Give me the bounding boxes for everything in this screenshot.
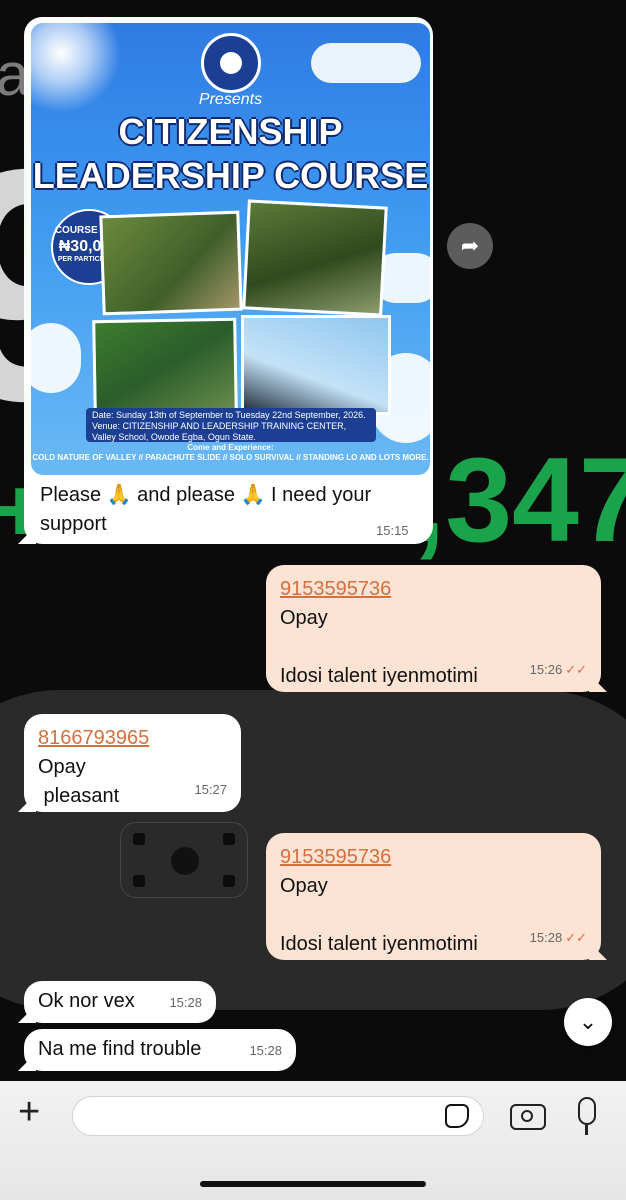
media-lens-icon bbox=[171, 847, 199, 875]
message-bubble-outgoing[interactable]: 9153595736 Opay Idosi talent iyenmotimi … bbox=[266, 833, 607, 960]
course-poster-image[interactable]: Presents CITIZENSHIP LEADERSHIP COURSE C… bbox=[31, 23, 430, 475]
message-time-text: 15:28 bbox=[529, 930, 563, 945]
poster-experience: Come and Experience: COLD NATURE OF VALL… bbox=[31, 443, 430, 463]
message-time: 15:28 bbox=[169, 995, 202, 1010]
poster-photo bbox=[99, 210, 243, 316]
message-text: Na me find trouble bbox=[38, 1038, 202, 1060]
poster-date: Date: Sunday 13th of September to Tuesda… bbox=[92, 410, 366, 420]
message-line: Please 🙏 and please 🙏 I need your bbox=[40, 484, 372, 506]
poster-title-line2: LEADERSHIP COURSE bbox=[32, 155, 429, 196]
poster-venue: Venue: CITIZENSHIP AND LEADERSHIP TRAINI… bbox=[92, 421, 347, 442]
poster-presents: Presents bbox=[198, 91, 263, 108]
cloud-graphic bbox=[31, 323, 81, 393]
phone-number-link[interactable]: 8166793965 bbox=[38, 724, 227, 753]
poster-photo bbox=[92, 317, 238, 417]
message-time: 15:26 ✓✓ bbox=[530, 655, 587, 684]
camera-icon[interactable] bbox=[510, 1104, 546, 1130]
phone-number-link[interactable]: 9153595736 bbox=[280, 575, 587, 604]
message-bubble-incoming[interactable]: 8166793965 Opay pleasant 15:27 bbox=[18, 714, 241, 812]
microphone-stand bbox=[585, 1125, 588, 1135]
message-time: 15:15 bbox=[376, 523, 409, 538]
chevron-down-icon[interactable]: ⌄ bbox=[564, 998, 612, 1046]
message-bubble-outgoing[interactable]: 9153595736 Opay Idosi talent iyenmotimi … bbox=[266, 565, 607, 692]
message-bubble-incoming[interactable]: Na me find trouble 15:28 bbox=[18, 1029, 296, 1071]
message-time: 15:27 bbox=[194, 782, 227, 797]
message-line: Opay bbox=[280, 607, 328, 629]
training-center-logo bbox=[201, 33, 261, 93]
message-time-text: 15:26 bbox=[529, 662, 563, 677]
poster-title-line1: CITIZENSHIP bbox=[118, 111, 343, 152]
message-text: Please 🙏 and please 🙏 I need your suppor… bbox=[40, 481, 371, 539]
message-line: Opay bbox=[280, 875, 328, 897]
poster-date-venue: Date: Sunday 13th of September to Tuesda… bbox=[86, 408, 376, 442]
poster-photo bbox=[241, 315, 391, 415]
microphone-icon[interactable] bbox=[578, 1097, 596, 1125]
media-placeholder-icon[interactable] bbox=[120, 822, 248, 898]
poster-come-label: Come and Experience: bbox=[187, 443, 274, 452]
message-time: 15:28 bbox=[249, 1043, 282, 1058]
cloud-graphic bbox=[311, 43, 421, 83]
message-bubble-incoming[interactable]: Ok nor vex 15:28 bbox=[18, 981, 216, 1023]
poster-photo bbox=[242, 199, 388, 317]
share-forward-icon[interactable]: ➦ bbox=[447, 223, 493, 269]
home-indicator bbox=[200, 1181, 426, 1187]
poster-experience-list: COLD NATURE OF VALLEY // PARACHUTE SLIDE… bbox=[32, 453, 429, 462]
read-receipt-icon: ✓✓ bbox=[565, 662, 587, 677]
read-receipt-icon: ✓✓ bbox=[565, 930, 587, 945]
plus-icon[interactable]: + bbox=[18, 1093, 40, 1131]
message-line: support bbox=[40, 513, 107, 535]
sticker-icon[interactable] bbox=[445, 1104, 469, 1128]
message-input[interactable] bbox=[72, 1096, 484, 1136]
message-time: 15:28 ✓✓ bbox=[530, 923, 587, 952]
background-green-text: ,347 bbox=[412, 433, 626, 567]
phone-number-link[interactable]: 9153595736 bbox=[280, 843, 587, 872]
